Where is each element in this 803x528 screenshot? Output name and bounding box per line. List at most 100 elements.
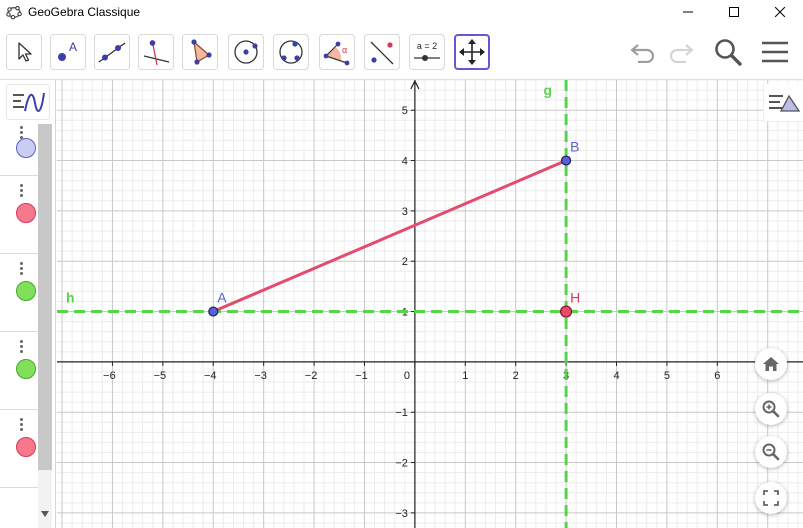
- move-graphics-view-tool[interactable]: [454, 34, 490, 70]
- algebra-view-icon: [13, 92, 45, 112]
- y-tick-label: 2: [402, 256, 408, 268]
- chevron-down-icon: [41, 511, 49, 517]
- x-tick-label: −2: [305, 370, 318, 382]
- y-tick-label: 5: [402, 105, 408, 117]
- slider-icon: a = 2: [414, 41, 440, 61]
- algebra-view-tab[interactable]: [6, 84, 50, 120]
- more-options-icon[interactable]: [20, 340, 23, 354]
- toolbar: A α a = 2: [0, 24, 803, 80]
- perpendicular-line-icon: [143, 39, 170, 66]
- point-H[interactable]: [559, 305, 573, 318]
- point-H-label: H: [570, 290, 580, 306]
- title-bar: GeoGebra Classique: [0, 0, 803, 24]
- angle-tool-label: α: [342, 45, 347, 55]
- point-A[interactable]: [208, 306, 219, 317]
- zoom-out-icon: [762, 443, 780, 461]
- zoom-in-button[interactable]: [755, 393, 787, 425]
- home-icon: [763, 357, 779, 371]
- close-button[interactable]: [757, 0, 803, 24]
- y-tick-label: −3: [395, 508, 408, 520]
- undo-button[interactable]: [626, 36, 660, 68]
- move-tool[interactable]: [6, 34, 42, 70]
- algebra-header: [0, 80, 56, 124]
- x-tick-label: 5: [664, 370, 670, 382]
- maximize-icon: [729, 7, 739, 17]
- zoom-in-icon: [762, 400, 780, 418]
- angle-tool[interactable]: α: [319, 34, 355, 70]
- graphics-style-bar-toggle[interactable]: [763, 84, 803, 122]
- x-tick-label: 2: [513, 370, 519, 382]
- line-h-label: h: [66, 290, 75, 306]
- line-icon: [98, 42, 126, 63]
- y-tick-label: −2: [395, 458, 408, 470]
- x-tick-label: 6: [714, 370, 720, 382]
- move-graphics-icon: [459, 39, 485, 65]
- slider-tool-label: a = 2: [417, 41, 437, 51]
- close-icon: [775, 7, 785, 17]
- segment-AB[interactable]: [212, 159, 567, 313]
- minimize-icon: [683, 11, 693, 13]
- visibility-toggle[interactable]: [16, 359, 36, 379]
- y-tick-label: 3: [402, 206, 408, 218]
- x-tick-label: 1: [462, 370, 468, 382]
- redo-button[interactable]: [664, 36, 698, 68]
- more-options-icon[interactable]: [20, 262, 23, 276]
- geogebra-logo-icon: [6, 5, 22, 20]
- point-B[interactable]: [560, 155, 572, 166]
- window-title: GeoGebra Classique: [28, 5, 141, 19]
- visibility-toggle[interactable]: [16, 138, 36, 158]
- x-tick-label: −6: [103, 370, 116, 382]
- algebra-scrollbar[interactable]: [38, 124, 52, 528]
- point-icon: A: [58, 40, 77, 61]
- line-g-label: g: [544, 82, 553, 98]
- algebra-item[interactable]: [0, 410, 38, 488]
- more-options-icon[interactable]: [20, 418, 23, 432]
- reflect-tool[interactable]: [364, 34, 400, 70]
- algebra-scrollbar-thumb[interactable]: [38, 124, 52, 470]
- circle-three-points-tool[interactable]: [273, 34, 309, 70]
- y-tick-label: −1: [395, 407, 408, 419]
- circle-center-point-tool[interactable]: [228, 34, 264, 70]
- point-tool-label: A: [69, 40, 77, 54]
- polygon-icon: [191, 39, 212, 65]
- scroll-down-button[interactable]: [38, 508, 52, 520]
- maximize-button[interactable]: [711, 0, 757, 24]
- redo-icon: [669, 44, 694, 63]
- arrow-cursor-icon: [18, 42, 32, 62]
- slider-tool[interactable]: a = 2: [409, 34, 445, 70]
- x-tick-label: −4: [204, 370, 217, 382]
- polygon-tool[interactable]: [182, 34, 218, 70]
- x-tick-label: −1: [355, 370, 368, 382]
- point-B-label: B: [570, 139, 579, 155]
- search-button[interactable]: [711, 36, 745, 68]
- graphics-canvas[interactable]: −6−5−4−3−2−1012345654321−1−2−3ghABH: [57, 80, 803, 528]
- algebra-item[interactable]: [0, 176, 38, 254]
- algebra-item[interactable]: [0, 332, 38, 410]
- algebra-item[interactable]: [0, 124, 38, 176]
- perpendicular-line-tool[interactable]: [138, 34, 174, 70]
- line-tool[interactable]: [94, 34, 130, 70]
- main-menu-button[interactable]: [758, 36, 792, 68]
- visibility-toggle[interactable]: [16, 437, 36, 457]
- home-button[interactable]: [755, 348, 787, 380]
- y-tick-label: 4: [402, 156, 408, 168]
- angle-icon: α: [323, 41, 350, 66]
- fullscreen-button[interactable]: [755, 482, 787, 514]
- visibility-toggle[interactable]: [16, 203, 36, 223]
- menu-icon: [762, 41, 788, 63]
- minimize-button[interactable]: [665, 0, 711, 24]
- graphics-view[interactable]: −6−5−4−3−2−1012345654321−1−2−3ghABH: [57, 80, 803, 528]
- circle-icon: [234, 40, 258, 64]
- circle-three-points-icon: [279, 40, 303, 64]
- x-tick-label: −3: [254, 370, 267, 382]
- x-tick-label: 4: [613, 370, 619, 382]
- fullscreen-icon: [763, 490, 779, 506]
- reflect-icon: [370, 41, 394, 65]
- more-options-icon[interactable]: [20, 184, 23, 198]
- visibility-toggle[interactable]: [16, 281, 36, 301]
- algebra-item[interactable]: [0, 254, 38, 332]
- graphics-style-bar-icon: [768, 94, 800, 112]
- x-tick-label: 0: [404, 370, 410, 382]
- zoom-out-button[interactable]: [755, 436, 787, 468]
- point-tool[interactable]: A: [50, 34, 86, 70]
